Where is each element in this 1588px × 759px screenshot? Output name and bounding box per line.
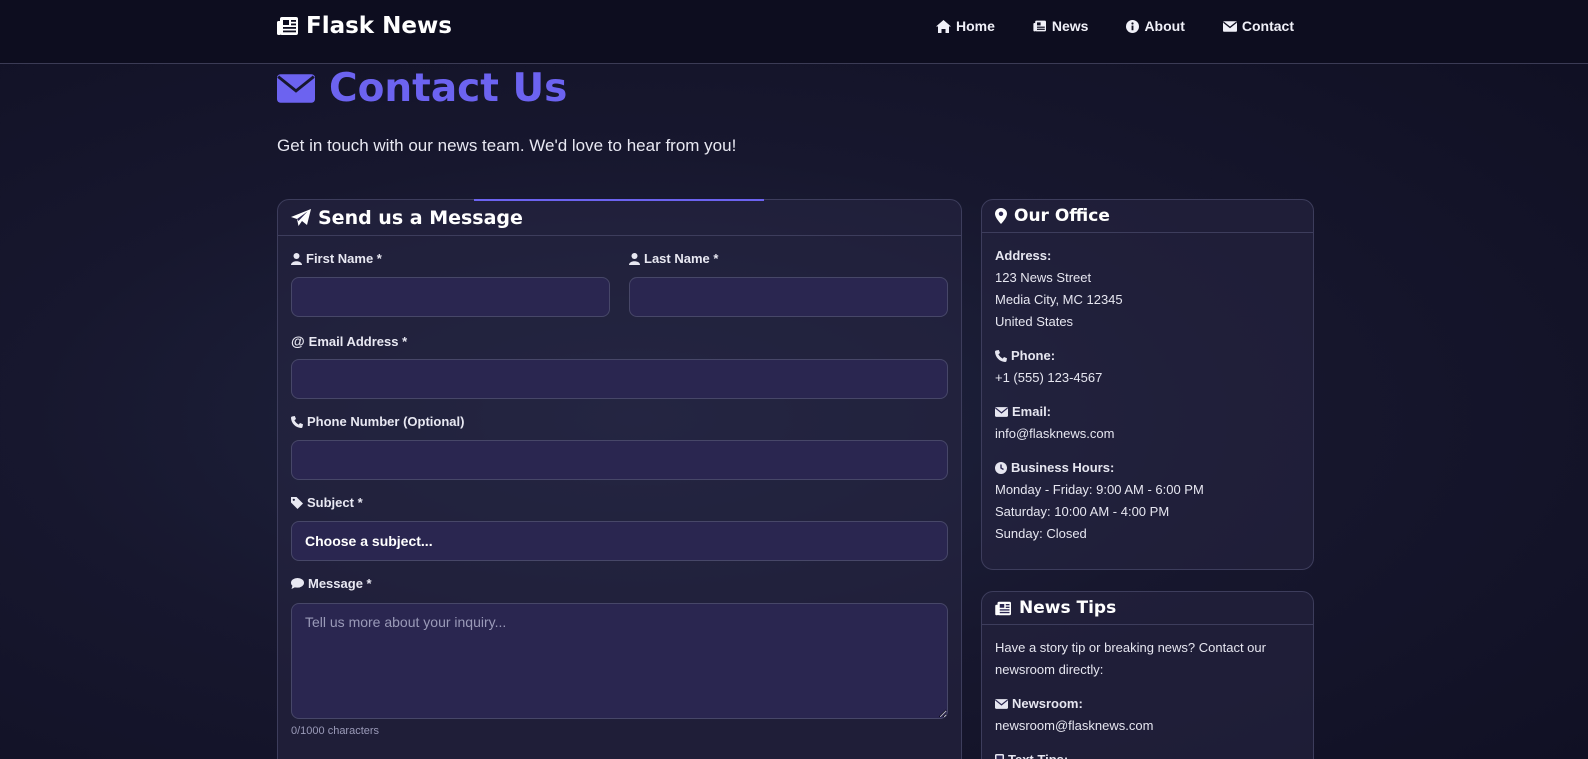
first-name-label-text: First Name * [306,251,382,266]
clock-icon [995,462,1007,474]
phone-label-text: Phone Number (Optional) [307,414,465,429]
newspaper-icon [277,17,298,35]
office-email-heading: Email: [995,401,1300,423]
business-hours-heading: Business Hours: [995,457,1300,479]
phone-label: Phone Number (Optional) [291,414,464,429]
hours-line: Sunday: Closed [995,526,1087,541]
first-name-label: First Name * [291,251,382,266]
page-title-text: Contact Us [329,66,568,111]
last-name-label-text: Last Name * [644,251,719,266]
message-label: Message * [291,576,372,591]
news-tips-card: News Tips Have a story tip or breaking n… [981,591,1314,759]
brand-link[interactable]: Flask News [277,13,452,39]
nav-news[interactable]: News [1033,18,1089,34]
paper-plane-icon [291,208,311,226]
tips-header-text: News Tips [1019,598,1117,618]
nav-contact-label: Contact [1241,18,1294,34]
mobile-icon [995,753,1004,759]
address-line: 123 News Street [995,270,1092,285]
user-icon [291,252,302,265]
business-hours-label: Business Hours: [1011,460,1115,475]
envelope-icon [995,407,1008,417]
form-header-text: Send us a Message [318,206,523,229]
envelope-icon [277,74,315,103]
form-header: Send us a Message [278,200,961,236]
message-label-text: Message * [308,576,372,591]
newsroom-email[interactable]: newsroom@flasknews.com [995,715,1300,737]
comment-icon [291,578,304,589]
map-marker-icon [995,208,1007,224]
page-subtitle: Get in touch with our news team. We'd lo… [277,136,737,155]
office-phone-heading: Phone: [995,345,1300,367]
newspaper-icon [1033,20,1046,32]
at-icon: @ [291,333,305,349]
nav-home-label: Home [955,18,995,34]
character-counter: 0/1000 characters [291,725,380,737]
text-tips-heading: Text Tips: [995,749,1300,759]
message-textarea[interactable] [291,603,948,719]
envelope-icon [1222,20,1237,32]
user-icon [629,252,640,265]
subject-label-text: Subject * [307,495,363,510]
office-header: Our Office [982,200,1313,233]
nav-menu: Home News About Contact [935,18,1294,34]
hours-line: Monday - Friday: 9:00 AM - 6:00 PM [995,482,1204,497]
form-accent-bar [474,199,764,201]
nav-about[interactable]: About [1126,18,1185,34]
tag-icon [291,496,303,509]
phone-icon [995,350,1007,362]
tips-header: News Tips [982,592,1313,625]
office-phone-value: +1 (555) 123-4567 [995,370,1103,385]
tips-intro: Have a story tip or breaking news? Conta… [995,640,1266,677]
email-label: @ Email Address * [291,333,407,349]
phone-input[interactable] [291,440,948,480]
nav-contact[interactable]: Contact [1222,18,1294,34]
email-label-text: Email Address * [308,333,408,349]
nav-home[interactable]: Home [935,18,995,34]
first-name-input[interactable] [291,277,610,317]
navbar: Flask News Home News About Contact [0,0,1588,64]
home-icon [935,19,951,33]
last-name-input[interactable] [629,277,948,317]
office-email-value[interactable]: info@flasknews.com [995,423,1300,445]
nav-news-label: News [1051,18,1089,34]
newsroom-heading: Newsroom: [995,693,1300,715]
nav-about-label: About [1144,18,1185,34]
office-card: Our Office Address: 123 News Street Medi… [981,199,1314,570]
envelope-icon [995,699,1008,709]
brand-name: Flask News [306,13,452,39]
text-tips-label: Text Tips: [1008,749,1068,759]
last-name-label: Last Name * [629,251,718,266]
office-header-text: Our Office [1014,206,1110,226]
phone-icon [291,415,303,428]
email-input[interactable] [291,359,948,399]
office-phone-label: Phone: [1011,348,1056,363]
subject-label: Subject * [291,495,363,510]
newsroom-label: Newsroom: [1012,696,1083,711]
page-title: Contact Us [277,66,567,111]
newspaper-icon [995,601,1011,615]
address-line: Media City, MC 12345 [995,292,1123,307]
hours-line: Saturday: 10:00 AM - 4:00 PM [995,504,1170,519]
office-email-label: Email: [1012,404,1052,419]
address-label: Address: [995,248,1052,263]
address-line: United States [995,314,1074,329]
info-icon [1126,19,1140,33]
subject-select[interactable]: Choose a subject... [291,521,948,561]
